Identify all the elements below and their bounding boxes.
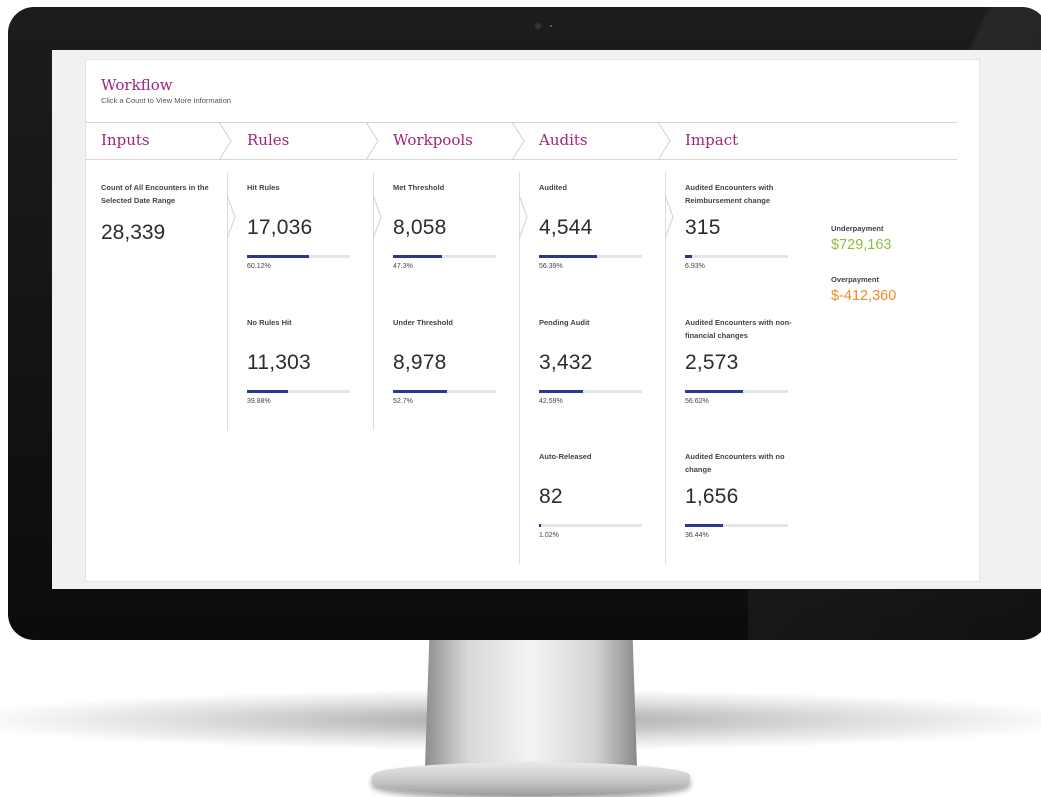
progress-bar [539, 390, 642, 393]
chevron-right-icon [365, 122, 379, 160]
progress-bar [685, 255, 788, 258]
chevron-right-icon [519, 195, 528, 239]
metric-count[interactable]: 315 [685, 216, 795, 240]
chevron-right-icon [665, 195, 674, 239]
progress-fill [685, 524, 723, 527]
metric-percent: 47.3% [393, 263, 413, 270]
metric-count[interactable]: 8,058 [393, 216, 503, 240]
overpayment-value[interactable]: $-412,360 [831, 288, 896, 304]
monitor-screen: Workflow Click a Count to View More Info… [52, 50, 1041, 589]
metric-label: Auto-Released [539, 452, 592, 461]
inputs-label: Count of All Encounters in the Selected … [101, 183, 209, 205]
metric-count[interactable]: 1,656 [685, 485, 795, 509]
progress-bar [393, 390, 496, 393]
monitor-base [372, 762, 690, 796]
monitor-stand [425, 640, 637, 768]
metric-audited: Audited 4,544 56.39% [539, 181, 649, 270]
metric-non-financial-changes: Audited Encounters with non-financial ch… [685, 316, 795, 405]
progress-fill [539, 255, 598, 258]
metric-label: Audited [539, 183, 567, 192]
progress-fill [247, 390, 289, 393]
metric-percent: 56.62% [685, 398, 709, 405]
progress-bar [539, 255, 642, 258]
metric-no-change: Audited Encounters with no change 1,656 … [685, 450, 795, 539]
step-audits[interactable]: Audits [539, 123, 588, 159]
metric-under-threshold: Under Threshold 8,978 52.7% [393, 316, 503, 405]
metric-label: Audited Encounters with Reimbursement ch… [685, 183, 774, 205]
metric-label: Audited Encounters with no change [685, 452, 785, 474]
camera-icon [535, 23, 541, 29]
metric-auto-released: Auto-Released 82 1.02% [539, 450, 649, 539]
metric-percent: 42.59% [539, 398, 563, 405]
metric-label: No Rules Hit [247, 318, 292, 327]
metric-count[interactable]: 2,573 [685, 351, 795, 375]
metric-percent: 56.39% [539, 263, 563, 270]
metric-percent: 1.02% [539, 532, 559, 539]
progress-bar [685, 390, 788, 393]
page-subtitle: Click a Count to View More Information [101, 96, 231, 105]
progress-fill [539, 390, 583, 393]
metric-label: Pending Audit [539, 318, 590, 327]
inputs-count[interactable]: 28,339 [101, 221, 165, 245]
step-workpools[interactable]: Workpools [393, 123, 473, 159]
underpayment-label: Underpayment [831, 224, 884, 233]
metric-met-threshold: Met Threshold 8,058 47.3% [393, 181, 503, 270]
step-rules[interactable]: Rules [247, 123, 289, 159]
metric-percent: 36.44% [685, 532, 709, 539]
chevron-right-icon [227, 195, 236, 239]
metric-count[interactable]: 8,978 [393, 351, 503, 375]
chevron-right-icon [373, 195, 382, 239]
progress-bar [393, 255, 496, 258]
metric-label: Met Threshold [393, 183, 445, 192]
metric-hit-rules: Hit Rules 17,036 60.12% [247, 181, 357, 270]
underpayment-value[interactable]: $729,163 [831, 237, 891, 253]
chevron-right-icon [218, 122, 232, 160]
step-inputs[interactable]: Inputs [101, 123, 150, 159]
underpayment-summary: Underpayment $729,163 [831, 224, 891, 253]
metric-reimbursement-change: Audited Encounters with Reimbursement ch… [685, 181, 795, 270]
metric-percent: 52.7% [393, 398, 413, 405]
metric-count[interactable]: 11,303 [247, 351, 357, 375]
progress-fill [685, 390, 744, 393]
metric-percent: 6.93% [685, 263, 705, 270]
chevron-right-icon [511, 122, 525, 160]
metric-label: Hit Rules [247, 183, 280, 192]
overpayment-summary: Overpayment $-412,360 [831, 275, 896, 304]
metric-count[interactable]: 82 [539, 485, 649, 509]
progress-fill [539, 524, 541, 527]
metric-count[interactable]: 3,432 [539, 351, 649, 375]
workflow-card: Workflow Click a Count to View More Info… [85, 59, 980, 582]
metric-count[interactable]: 4,544 [539, 216, 649, 240]
overpayment-label: Overpayment [831, 275, 879, 284]
progress-bar [247, 255, 350, 258]
camera-led-icon [550, 25, 552, 27]
step-impact[interactable]: Impact [685, 123, 738, 159]
metric-no-rules-hit: No Rules Hit 11,303 39.88% [247, 316, 357, 405]
progress-bar [539, 524, 642, 527]
metric-percent: 39.88% [247, 398, 271, 405]
metric-label: Audited Encounters with non-financial ch… [685, 318, 792, 340]
progress-fill [247, 255, 309, 258]
progress-bar [685, 524, 788, 527]
progress-fill [393, 255, 442, 258]
metric-percent: 60.12% [247, 263, 271, 270]
metric-pending-audit: Pending Audit 3,432 42.59% [539, 316, 649, 405]
metric-label: Under Threshold [393, 318, 454, 327]
chevron-right-icon [657, 122, 671, 160]
progress-bar [247, 390, 350, 393]
workflow-steps: Inputs Rules Workpools Audits Impact [86, 122, 957, 160]
metric-count[interactable]: 17,036 [247, 216, 357, 240]
page-title: Workflow [101, 76, 173, 94]
progress-fill [393, 390, 448, 393]
progress-fill [685, 255, 693, 258]
